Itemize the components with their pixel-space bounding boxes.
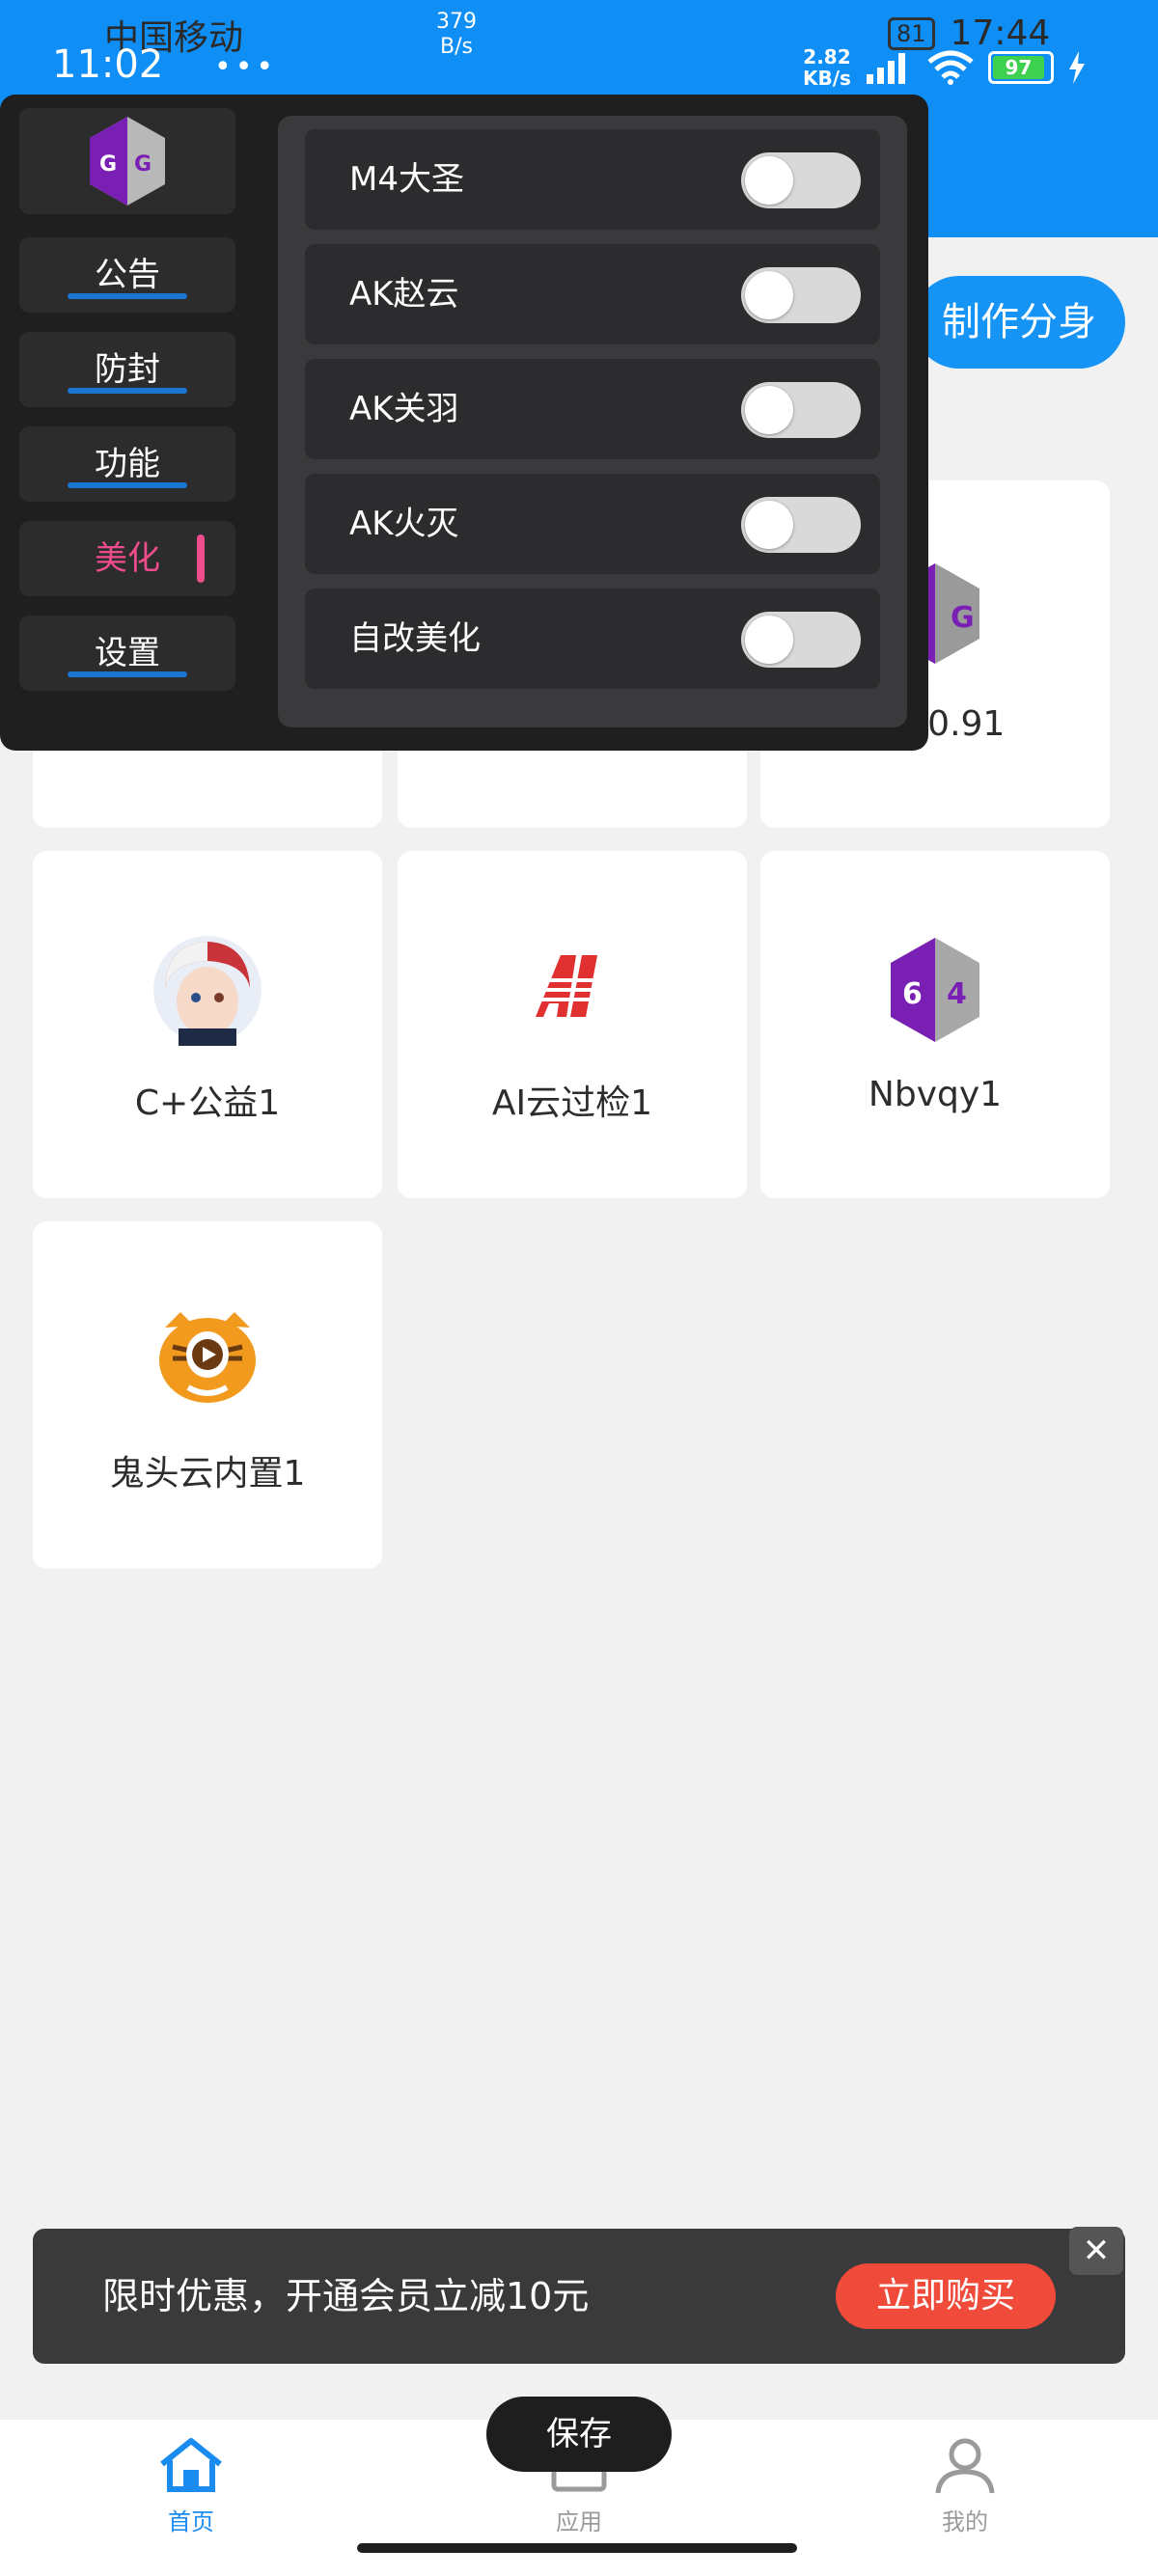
signal-icon [866, 53, 905, 84]
status-time-left: 11:02 [52, 42, 164, 87]
save-button[interactable]: 保存 [486, 2397, 672, 2472]
app-card-guitou[interactable]: 鬼头云内置1 [33, 1221, 382, 1569]
anime-avatar-icon [153, 936, 262, 1046]
side-menu-beautify[interactable]: 美化 [19, 521, 235, 596]
buy-now-button[interactable]: 立即购买 [836, 2263, 1056, 2329]
home-icon [160, 2438, 222, 2492]
toggle-knob [745, 156, 793, 205]
app-card-nbvqy[interactable]: 6 4 Nbvqy1 [760, 851, 1110, 1198]
nav-label: 我的 [942, 2508, 988, 2535]
status-right-bottom: 2.82 KB/s 97 [803, 46, 1087, 89]
toggle-knob [745, 386, 793, 434]
side-menu-label: 公告 [95, 256, 160, 294]
toggle-switch[interactable] [741, 612, 861, 668]
side-menu-features[interactable]: 功能 [19, 426, 235, 502]
make-clone-button[interactable]: 制作分身 [913, 276, 1125, 369]
nav-home[interactable]: 首页 [114, 2435, 268, 2536]
toggle-row: M4大圣 [305, 129, 880, 230]
nav-label: 应用 [556, 2508, 602, 2535]
side-menu-label: 防封 [95, 350, 160, 389]
toggle-label: M4大圣 [349, 160, 464, 199]
close-icon[interactable]: ✕ [1069, 2227, 1123, 2275]
ai-logo-icon [530, 955, 615, 1017]
kbs-value: 2.82 [803, 45, 851, 69]
toggle-row: 自改美化 [305, 589, 880, 689]
network-speed-value: 379 [436, 10, 477, 34]
gg-logo-icon: G G [90, 117, 165, 206]
side-menu-label: 美化 [95, 539, 160, 578]
side-menu-label: 设置 [95, 634, 160, 672]
active-indicator [197, 534, 205, 583]
svg-text:G: G [951, 601, 975, 635]
svg-text:4: 4 [947, 977, 967, 1011]
side-menu-underline [68, 671, 187, 677]
side-menu-label: 功能 [95, 445, 160, 483]
notification-count-badge: 81 [888, 16, 935, 50]
user-icon [935, 2438, 995, 2494]
toggle-switch[interactable] [741, 382, 861, 438]
toggle-switch[interactable] [741, 152, 861, 208]
side-menu-anti-ban[interactable]: 防封 [19, 332, 235, 407]
toggle-label: AK关羽 [349, 390, 459, 428]
app-label: C+公益1 [134, 1083, 281, 1123]
side-menu-underline [68, 388, 187, 394]
svg-text:G: G [99, 152, 117, 177]
toggle-knob [745, 501, 793, 549]
tiger-play-icon [159, 1312, 256, 1403]
side-menu-announcement[interactable]: 公告 [19, 237, 235, 313]
app-card-c-plus[interactable]: C+公益1 [33, 851, 382, 1198]
toggle-switch[interactable] [741, 497, 861, 553]
side-menu-settings[interactable]: 设置 [19, 616, 235, 691]
network-speed: 379 B/s [436, 10, 477, 60]
side-menu-underline [68, 482, 187, 488]
toggle-label: AK赵云 [349, 275, 459, 314]
toggle-switch[interactable] [741, 267, 861, 323]
toggle-label: 自改美化 [349, 619, 481, 658]
charging-icon [1068, 51, 1085, 84]
toggle-knob [745, 271, 793, 319]
app-label: AI云过检1 [491, 1083, 653, 1123]
toggle-row: AK火灭 [305, 474, 880, 574]
nav-label: 首页 [168, 2508, 214, 2535]
floating-menu-panel: G G 公告 防封 功能 美化 设置 M4大圣 AK赵云 AK关羽 AK火灭 自… [0, 95, 928, 751]
app-label: Nbvqy1 [868, 1075, 1003, 1114]
app-label: 鬼头云内置1 [109, 1454, 306, 1494]
kbs-unit: KB/s [803, 67, 851, 90]
toggle-row: AK赵云 [305, 244, 880, 344]
kbs-speed: 2.82 KB/s [803, 46, 851, 89]
promo-banner: 限时优惠，开通会员立减10元 立即购买 [33, 2229, 1125, 2364]
svg-text:G: G [134, 152, 152, 177]
battery-icon: 97 [987, 51, 1054, 84]
status-dots: ••• [214, 50, 278, 84]
toggle-row: AK关羽 [305, 359, 880, 459]
side-menu-underline [68, 293, 187, 299]
network-speed-unit: B/s [440, 35, 473, 59]
home-indicator[interactable] [357, 2543, 797, 2553]
svg-text:6: 6 [902, 977, 923, 1011]
app-card-ai[interactable]: AI云过检1 [398, 851, 747, 1198]
gg-logo[interactable]: G G [19, 108, 235, 214]
battery-level: 97 [992, 56, 1044, 79]
gg64-icon: 6 4 [891, 938, 979, 1042]
toggle-list-panel: M4大圣 AK赵云 AK关羽 AK火灭 自改美化 [278, 116, 907, 727]
nav-profile[interactable]: 我的 [888, 2435, 1042, 2536]
toggle-label: AK火灭 [349, 505, 459, 543]
toggle-knob [745, 616, 793, 664]
promo-text: 限时优惠，开通会员立减10元 [102, 2275, 590, 2317]
wifi-icon [927, 50, 974, 85]
